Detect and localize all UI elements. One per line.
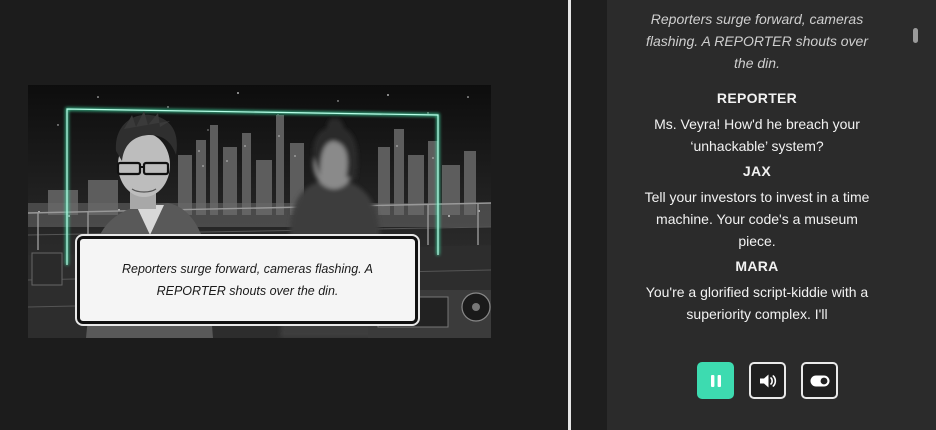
scrollbar-thumb[interactable]	[913, 28, 918, 43]
dialogue-line: Tell your investors to invest in a time …	[644, 189, 870, 249]
dialogue-line: Ms. Veyra! How'd he breach your ‘unhacka…	[654, 116, 860, 154]
script-scroll-area[interactable]: Reporters surge forward, cameras flashin…	[607, 0, 907, 338]
character-name: JAX	[742, 163, 772, 179]
panel-gutter	[571, 0, 607, 430]
toggle-icon	[810, 375, 829, 386]
character-name: MARA	[735, 258, 779, 274]
dialogue-text: Reporters surge forward, cameras flashin…	[121, 262, 374, 298]
script-content: Reporters surge forward, cameras flashin…	[607, 0, 907, 325]
speaker-icon	[759, 374, 776, 387]
stage-direction: Reporters surge forward, cameras flashin…	[645, 11, 869, 71]
pause-button[interactable]	[697, 362, 734, 399]
pause-icon	[710, 374, 721, 387]
app-root: Reporters surge forward, cameras flashin…	[0, 0, 936, 430]
dialogue-box[interactable]: Reporters surge forward, cameras flashin…	[77, 236, 418, 324]
character-name: REPORTER	[716, 90, 798, 106]
playback-controls	[697, 362, 838, 399]
stage-area: Reporters surge forward, cameras flashin…	[0, 0, 568, 430]
dialogue-line: You're a glorified script-kiddie with a …	[645, 284, 869, 322]
toggle-button[interactable]	[801, 362, 838, 399]
volume-button[interactable]	[749, 362, 786, 399]
speaker-prop	[31, 252, 63, 286]
